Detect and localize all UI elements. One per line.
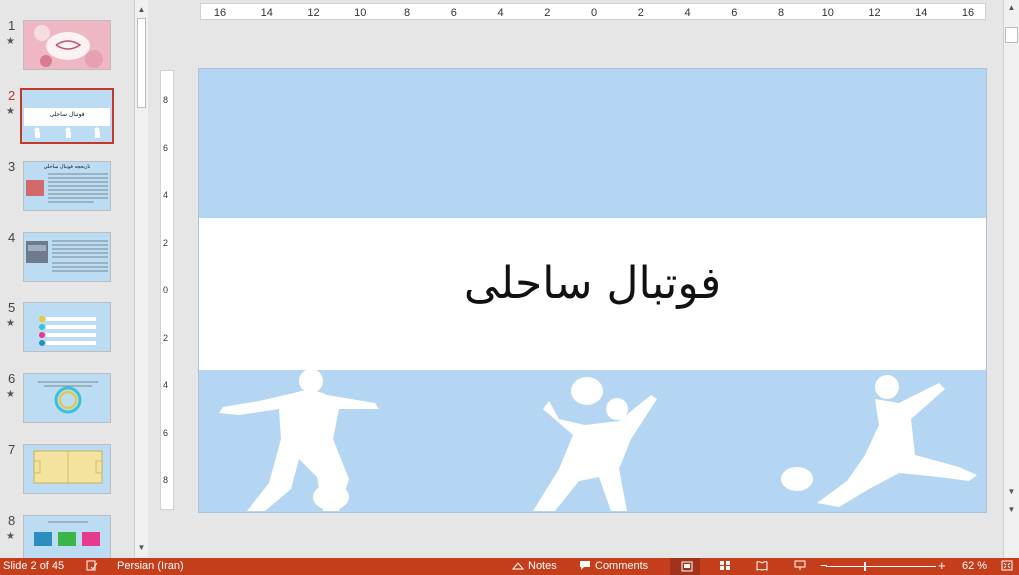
scroll-up-arrow-icon[interactable]: ▲ [135,3,148,17]
notes-icon[interactable] [512,560,524,571]
ruler-tick-label: 2 [163,237,169,248]
ruler-tick-label: 0 [590,7,598,19]
ruler-tick-label: 2 [544,7,551,19]
normal-view-button[interactable] [670,558,700,575]
ruler-tick-label: 6 [450,7,457,19]
notes-button[interactable]: Notes [528,560,557,572]
slide-thumbnail-3[interactable]: تاریخچه فوتبال ساحلی [23,161,111,211]
reading-view-icon[interactable] [756,560,768,571]
scroll-up-arrow-icon[interactable]: ▲ [1004,3,1019,12]
slide-number: 3 [8,159,16,174]
vertical-ruler[interactable]: 8 6 4 2 0 2 4 6 8 [160,70,174,510]
slide-thumbnail-7[interactable] [23,444,111,494]
circle-diagram-image [38,381,98,414]
fit-to-window-icon[interactable] [1001,560,1013,571]
slide-number: 7 [8,442,16,457]
slide-thumbnail-4[interactable] [23,232,111,282]
slide-canvas[interactable]: فوتبال ساحلی [198,68,987,513]
text-lines-image [26,173,108,203]
thumbnail-row-2[interactable]: 2 ★ فوتبال ساحلی [0,88,134,148]
ruler-tick-label: 14 [260,7,273,19]
animation-star-icon: ★ [6,36,15,47]
slide-thumbnail-8[interactable] [23,515,111,558]
language-indicator[interactable]: Persian (Iran) [117,560,184,572]
status-bar: Slide 2 of 45 Persian (Iran) Notes Comme… [0,558,1019,575]
slide-thumbnail-2[interactable]: فوتبال ساحلی [20,88,114,144]
chevron-process-image [34,521,100,546]
ruler-tick-label: 2 [637,7,644,19]
animation-star-icon: ★ [6,389,15,400]
ruler-tick-label: 4 [163,190,169,200]
slide-thumbnail-5[interactable] [23,302,111,352]
slide-title[interactable]: فوتبال ساحلی [199,258,986,309]
ruler-tick-label: 8 [777,7,785,19]
comments-button[interactable]: Comments [595,560,648,572]
thumbnail-row-6[interactable]: 6 ★ [0,371,134,431]
thumbnail-scroll-thumb[interactable] [137,18,146,108]
ruler-tick-label: 8 [403,7,411,19]
powerpoint-window: 1 ★ 2 ★ فوتبال ساحلی 3 تاریخچه فوتبال سا… [0,0,1019,575]
thumbnail-row-1[interactable]: 1 ★ [0,18,134,78]
ruler-tick-label: 8 [163,475,169,485]
ruler-tick-label: 6 [163,427,169,438]
players-silhouette-image [34,127,100,138]
ruler-tick-label: 0 [163,285,169,295]
players-silhouette-image [219,369,977,511]
zoom-slider-thumb[interactable] [864,562,866,571]
floral-thumbnail-image [24,21,110,69]
thumbnail-row-7[interactable]: 7 [0,442,134,502]
editor-vertical-scrollbar[interactable]: ▲ ▼ ▼ [1003,0,1019,558]
slide-show-icon[interactable] [794,560,806,571]
animation-star-icon: ★ [6,531,15,542]
zoom-in-button[interactable]: + [938,558,946,573]
normal-view-icon [681,561,693,572]
thumbnail-row-8[interactable]: 8 ★ [0,513,134,558]
editor-scroll-thumb[interactable] [1005,27,1018,43]
slide-sorter-icon[interactable] [719,560,731,571]
zoom-level[interactable]: 62 % [962,560,987,572]
slide-number: 5 [8,300,16,315]
bullet-list-image [39,316,96,346]
slide-number: 8 [8,513,16,528]
ruler-tick-label: 6 [731,7,738,19]
ruler-tick-label: 12 [868,7,881,19]
spelling-check-icon[interactable] [86,560,98,571]
zoom-slider[interactable] [826,566,936,567]
ruler-tick-label: 10 [354,7,367,19]
ruler-tick-label: 16 [961,7,975,19]
thumbnail-scrollbar[interactable]: ▲ ▼ [134,0,148,558]
comments-icon[interactable] [579,560,591,571]
slide-counter[interactable]: Slide 2 of 45 [3,560,64,572]
previous-slide-icon[interactable]: ▼ [1004,505,1019,514]
animation-star-icon: ★ [6,318,15,329]
scroll-down-arrow-icon[interactable]: ▼ [1004,487,1019,496]
thumbnail-row-3[interactable]: 3 تاریخچه فوتبال ساحلی [0,159,134,219]
thumbnail-row-5[interactable]: 5 ★ [0,300,134,360]
ruler-tick-label: 2 [163,332,169,343]
slide-thumbnail-1[interactable] [23,20,111,70]
ruler-tick-label: 10 [821,7,834,19]
ruler-tick-label: 8 [163,95,169,105]
slide-number: 4 [8,230,16,245]
slide-thumbnail-pane: 1 ★ 2 ★ فوتبال ساحلی 3 تاریخچه فوتبال سا… [0,0,134,558]
animation-star-icon: ★ [6,106,15,117]
slide-thumbnail-6[interactable] [23,373,111,423]
thumbnail-row-4[interactable]: 4 [0,230,134,290]
ruler-tick-label: 14 [915,7,928,19]
ruler-tick-label: 16 [213,7,227,19]
ruler-tick-label: 4 [163,380,169,390]
ruler-tick-label: 4 [497,7,504,19]
slide-number: 6 [8,371,16,386]
ruler-tick-label: 4 [684,7,691,19]
horizontal-ruler[interactable]: 16 14 12 10 8 6 4 2 0 2 4 6 8 10 12 14 16 [200,3,986,20]
scroll-down-arrow-icon[interactable]: ▼ [135,541,148,555]
photo-and-text-image [26,240,108,272]
title-band: فوتبال ساحلی [199,218,986,370]
slide-number: 2 [8,88,16,103]
slide-number: 1 [8,18,16,33]
ruler-tick-label: 6 [163,142,169,153]
field-diagram-image [33,450,103,484]
ruler-tick-label: 12 [307,7,320,19]
